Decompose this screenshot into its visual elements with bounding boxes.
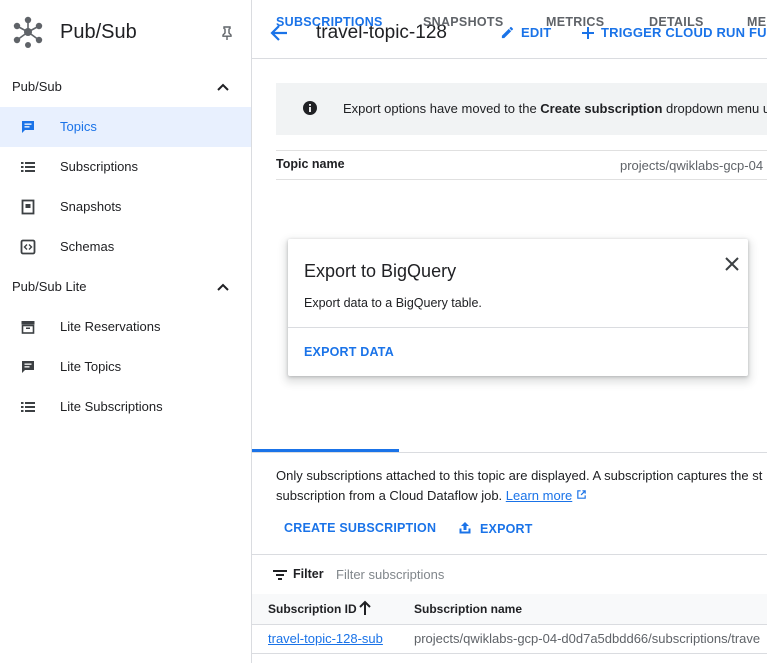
topics-icon bbox=[22, 361, 34, 373]
export-bigquery-popup: Export to BigQuery Export data to a BigQ… bbox=[288, 239, 748, 376]
list-icon bbox=[21, 162, 35, 172]
subscriptions-description: Only subscriptions attached to this topi… bbox=[276, 466, 767, 506]
topic-name-value: projects/qwiklabs-gcp-04 bbox=[620, 158, 764, 173]
sidebar-item-label: Lite Topics bbox=[60, 359, 122, 374]
banner-text: Export options have moved to the Create … bbox=[343, 101, 767, 116]
subscription-name-cell: projects/qwiklabs-gcp-04-d0d7a5dbdd66/su… bbox=[414, 631, 761, 646]
sidebar-item-lite-subscriptions[interactable]: Lite Subscriptions bbox=[0, 387, 251, 427]
pubsub-hub-icon bbox=[13, 16, 43, 48]
section-pubsub[interactable]: Pub/Sub bbox=[0, 67, 251, 107]
filter-input[interactable]: Filter subscriptions bbox=[336, 567, 444, 582]
description-line: Only subscriptions attached to this topi… bbox=[276, 468, 763, 483]
sidebar-item-label: Lite Reservations bbox=[60, 319, 161, 334]
topic-name-label: Topic name bbox=[276, 157, 345, 171]
info-banner: Export options have moved to the Create … bbox=[276, 83, 767, 135]
code-icon bbox=[20, 239, 36, 255]
create-subscription-button[interactable]: CREATE SUBSCRIPTION bbox=[284, 521, 436, 535]
sidebar-item-label: Snapshots bbox=[60, 199, 122, 214]
export-data-button[interactable]: EXPORT DATA bbox=[304, 345, 394, 359]
section-label: Pub/Sub bbox=[12, 79, 62, 94]
topics-icon bbox=[22, 121, 34, 133]
description-line: subscription from a Cloud Dataflow job. … bbox=[276, 486, 767, 506]
description-text: subscription from a Cloud Dataflow job. bbox=[276, 488, 506, 503]
popup-description: Export data to a BigQuery table. bbox=[304, 296, 482, 310]
chevron-up-icon bbox=[217, 83, 229, 91]
tab-snapshots[interactable]: SNAPSHOTS bbox=[423, 15, 504, 29]
info-icon bbox=[303, 101, 317, 115]
tab-bar bbox=[252, 412, 767, 453]
subscription-id-link[interactable]: travel-topic-128-sub bbox=[268, 631, 383, 646]
table-header: Subscription ID Subscription name bbox=[252, 594, 767, 625]
sidebar-item-lite-topics[interactable]: Lite Topics bbox=[0, 347, 251, 387]
list-icon bbox=[21, 402, 35, 412]
tab-more[interactable]: ME bbox=[747, 15, 766, 29]
filter-icon bbox=[273, 570, 287, 580]
section-label: Pub/Sub Lite bbox=[12, 279, 87, 294]
export-button[interactable]: EXPORT bbox=[458, 521, 533, 536]
tab-subscriptions[interactable]: SUBSCRIPTIONS bbox=[276, 15, 383, 29]
topic-name-row: Topic name projects/qwiklabs-gcp-04 bbox=[276, 150, 767, 180]
sidebar-item-label: Topics bbox=[60, 119, 97, 134]
chevron-up-icon bbox=[217, 283, 229, 291]
reservations-icon bbox=[21, 321, 35, 334]
column-header-subscription-name[interactable]: Subscription name bbox=[414, 602, 522, 616]
banner-text-bold: Create subscription bbox=[540, 101, 663, 116]
section-pubsub-lite[interactable]: Pub/Sub Lite bbox=[0, 267, 251, 307]
sidebar-item-snapshots[interactable]: Snapshots bbox=[0, 187, 251, 227]
sidebar-item-subscriptions[interactable]: Subscriptions bbox=[0, 147, 251, 187]
sidebar-item-lite-reservations[interactable]: Lite Reservations bbox=[0, 307, 251, 347]
active-tab-indicator bbox=[252, 449, 399, 452]
sidebar-item-topics[interactable]: Topics bbox=[0, 107, 251, 147]
tab-metrics[interactable]: METRICS bbox=[546, 15, 604, 29]
banner-text-part: dropdown menu un bbox=[662, 101, 767, 116]
sidebar-item-label: Subscriptions bbox=[60, 159, 139, 174]
sidebar-item-schemas[interactable]: Schemas bbox=[0, 227, 251, 267]
edit-button[interactable]: EDIT bbox=[500, 25, 551, 40]
learn-more-link[interactable]: Learn more bbox=[506, 488, 572, 503]
product-title: Pub/Sub bbox=[60, 21, 137, 43]
divider bbox=[288, 327, 748, 328]
sidebar-item-label: Lite Subscriptions bbox=[60, 399, 163, 414]
column-header-subscription-id[interactable]: Subscription ID bbox=[268, 602, 357, 616]
external-link-icon bbox=[577, 490, 586, 499]
popup-title: Export to BigQuery bbox=[304, 261, 457, 281]
upload-icon bbox=[459, 522, 471, 534]
table-row: travel-topic-128-sub projects/qwiklabs-g… bbox=[252, 625, 767, 654]
product-header: Pub/Sub bbox=[0, 0, 251, 68]
sidebar-item-label: Schemas bbox=[60, 239, 115, 254]
close-icon[interactable] bbox=[724, 256, 740, 272]
export-label: EXPORT bbox=[480, 522, 533, 536]
filter-bar: Filter Filter subscriptions bbox=[252, 554, 767, 596]
pin-icon[interactable] bbox=[219, 25, 235, 41]
sort-arrow-up-icon[interactable] bbox=[359, 600, 371, 616]
banner-text-part: Export options have moved to the bbox=[343, 101, 541, 116]
snapshot-icon bbox=[21, 199, 35, 215]
filter-label: Filter bbox=[293, 567, 324, 581]
tab-details[interactable]: DETAILS bbox=[649, 15, 704, 29]
